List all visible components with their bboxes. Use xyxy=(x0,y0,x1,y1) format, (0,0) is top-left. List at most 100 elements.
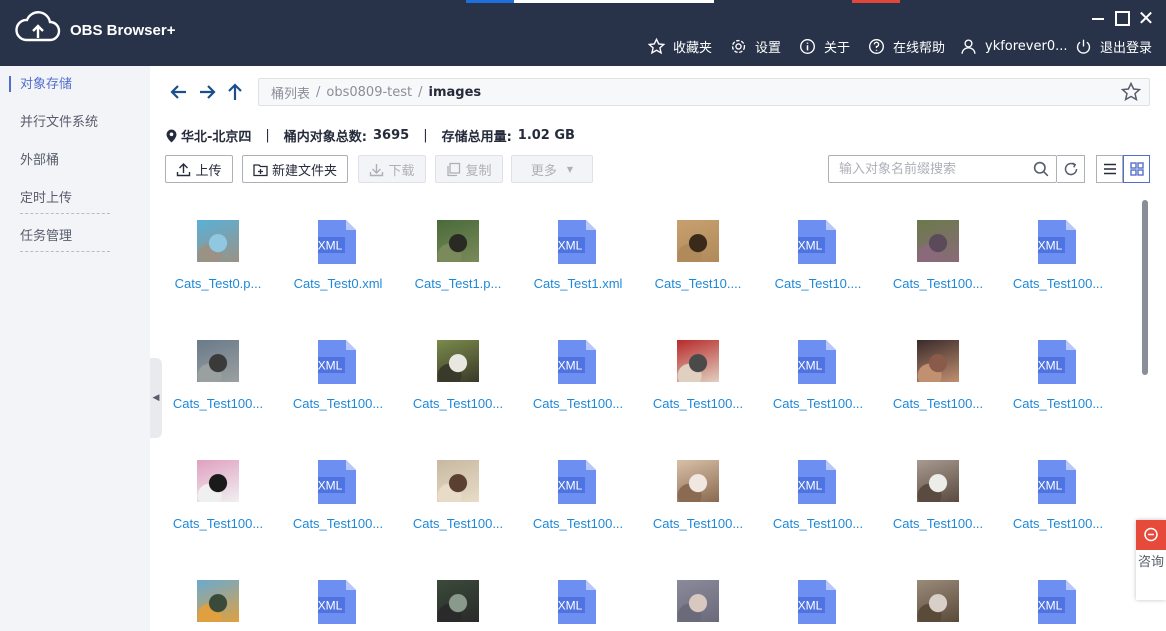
image-file-item[interactable]: Cats_Test100... xyxy=(638,440,758,540)
file-name[interactable]: Cats_Test100... xyxy=(278,516,398,531)
favorites-button[interactable]: 收藏夹 xyxy=(648,36,712,56)
forward-arrow-icon[interactable] xyxy=(196,81,218,103)
file-name[interactable]: Cats_Test100... xyxy=(398,396,518,411)
more-dropdown[interactable]: 更多 ▼ xyxy=(511,155,593,183)
file-name[interactable]: Cats_Test0.p... xyxy=(158,276,278,291)
file-name[interactable]: Cats_Test100... xyxy=(518,396,638,411)
file-name[interactable]: Cats_Test100... xyxy=(758,396,878,411)
scrollbar-thumb[interactable] xyxy=(1142,200,1148,375)
file-name[interactable]: Cats_Test10.... xyxy=(758,276,878,291)
xml-file-item[interactable]: XML xyxy=(758,560,878,631)
search-icon[interactable] xyxy=(1033,161,1049,177)
upload-button[interactable]: 上传 xyxy=(165,155,233,183)
help-button[interactable]: 在线帮助 xyxy=(868,36,945,56)
breadcrumb-root[interactable]: 桶列表 xyxy=(271,83,310,102)
grid-icon xyxy=(1129,162,1144,176)
file-name[interactable]: Cats_Test100... xyxy=(518,516,638,531)
file-name[interactable]: Cats_Test100... xyxy=(758,516,878,531)
image-file-item[interactable] xyxy=(158,560,278,631)
xml-file-item[interactable]: XML Cats_Test100... xyxy=(998,440,1118,540)
file-name[interactable]: Cats_Test100... xyxy=(998,516,1118,531)
back-arrow-icon[interactable] xyxy=(168,81,190,103)
file-name[interactable]: Cats_Test100... xyxy=(878,516,998,531)
xml-file-item[interactable]: XML Cats_Test100... xyxy=(518,320,638,420)
divider: | xyxy=(265,128,270,143)
info-icon xyxy=(800,38,815,54)
title-bar: OBS Browser+ ✕ 收藏夹 设置 关于 在线帮助 ykforever0… xyxy=(0,0,1166,66)
image-file-item[interactable]: Cats_Test0.p... xyxy=(158,200,278,300)
image-file-item[interactable]: Cats_Test100... xyxy=(398,440,518,540)
file-name[interactable]: Cats_Test0.xml xyxy=(278,276,398,291)
xml-file-icon: XML xyxy=(1038,220,1076,264)
sidebar-item-external-bucket[interactable]: 外部桶 xyxy=(20,146,110,176)
list-view-button[interactable] xyxy=(1096,155,1123,183)
copy-button[interactable]: 复制 xyxy=(435,155,503,183)
copy-icon xyxy=(447,162,461,176)
image-file-item[interactable]: Cats_Test100... xyxy=(158,440,278,540)
file-name[interactable]: Cats_Test100... xyxy=(998,396,1118,411)
refresh-button[interactable] xyxy=(1057,155,1085,183)
xml-file-item[interactable]: XML Cats_Test100... xyxy=(998,320,1118,420)
file-name[interactable]: Cats_Test1.p... xyxy=(398,276,518,291)
star-icon[interactable] xyxy=(1121,82,1141,102)
file-name[interactable]: Cats_Test100... xyxy=(158,396,278,411)
search-input[interactable] xyxy=(829,156,1019,182)
upload-label: 上传 xyxy=(195,163,222,179)
xml-file-item[interactable]: XML Cats_Test100... xyxy=(998,200,1118,300)
xml-file-item[interactable]: XML Cats_Test100... xyxy=(518,440,638,540)
file-name[interactable]: Cats_Test100... xyxy=(278,396,398,411)
minimize-button[interactable] xyxy=(1088,8,1108,28)
file-name[interactable]: Cats_Test100... xyxy=(638,516,758,531)
file-name[interactable]: Cats_Test100... xyxy=(878,276,998,291)
xml-file-item[interactable]: XML Cats_Test0.xml xyxy=(278,200,398,300)
sidebar-item-task-management[interactable]: 任务管理 xyxy=(20,222,110,252)
file-name[interactable]: Cats_Test100... xyxy=(398,516,518,531)
sidebar-item-scheduled-upload[interactable]: 定时上传 xyxy=(20,184,110,214)
image-file-item[interactable]: Cats_Test1.p... xyxy=(398,200,518,300)
xml-file-item[interactable]: XML Cats_Test100... xyxy=(758,440,878,540)
image-file-item[interactable]: Cats_Test100... xyxy=(158,320,278,420)
logout-button[interactable]: 退出登录 xyxy=(1075,36,1152,56)
file-name[interactable]: Cats_Test10.... xyxy=(638,276,758,291)
about-label: 关于 xyxy=(824,40,851,56)
file-name[interactable]: Cats_Test100... xyxy=(158,516,278,531)
image-file-item[interactable]: Cats_Test10.... xyxy=(638,200,758,300)
file-name[interactable]: Cats_Test100... xyxy=(998,276,1118,291)
user-menu[interactable]: ykforever0... xyxy=(960,36,1068,56)
breadcrumb-bucket[interactable]: obs0809-test xyxy=(326,85,412,100)
image-file-item[interactable]: Cats_Test100... xyxy=(878,200,998,300)
sidebar-item-parallel-fs[interactable]: 并行文件系统 xyxy=(20,108,110,138)
xml-file-item[interactable]: XML Cats_Test100... xyxy=(278,320,398,420)
xml-file-item[interactable]: XML xyxy=(518,560,638,631)
consult-button[interactable]: 咨询 xyxy=(1136,520,1166,600)
xml-file-item[interactable]: XML Cats_Test100... xyxy=(278,440,398,540)
xml-file-item[interactable]: XML xyxy=(998,560,1118,631)
xml-file-item[interactable]: XML Cats_Test1.xml xyxy=(518,200,638,300)
image-file-item[interactable] xyxy=(638,560,758,631)
file-name[interactable]: Cats_Test100... xyxy=(878,396,998,411)
xml-file-item[interactable]: XML Cats_Test10.... xyxy=(758,200,878,300)
download-button[interactable]: 下载 xyxy=(358,155,426,183)
xml-file-icon: XML xyxy=(1038,340,1076,384)
sidebar-item-object-storage[interactable]: 对象存储 xyxy=(20,70,110,100)
settings-button[interactable]: 设置 xyxy=(730,36,781,56)
file-name[interactable]: Cats_Test100... xyxy=(638,396,758,411)
image-file-item[interactable]: Cats_Test100... xyxy=(398,320,518,420)
grid-view-button[interactable] xyxy=(1123,155,1150,183)
image-file-item[interactable]: Cats_Test100... xyxy=(638,320,758,420)
up-arrow-icon[interactable] xyxy=(224,81,246,103)
help-label: 在线帮助 xyxy=(893,40,946,56)
maximize-button[interactable] xyxy=(1112,8,1132,28)
close-button[interactable]: ✕ xyxy=(1136,8,1156,28)
xml-file-item[interactable]: XML xyxy=(278,560,398,631)
breadcrumb[interactable]: 桶列表 / obs0809-test / images xyxy=(258,78,1150,106)
help-icon xyxy=(869,38,884,54)
xml-file-item[interactable]: XML Cats_Test100... xyxy=(758,320,878,420)
image-file-item[interactable]: Cats_Test100... xyxy=(878,320,998,420)
file-name[interactable]: Cats_Test1.xml xyxy=(518,276,638,291)
about-button[interactable]: 关于 xyxy=(799,36,850,56)
image-file-item[interactable]: Cats_Test100... xyxy=(878,440,998,540)
image-file-item[interactable] xyxy=(398,560,518,631)
new-folder-button[interactable]: 新建文件夹 xyxy=(242,155,348,183)
image-file-item[interactable] xyxy=(878,560,998,631)
